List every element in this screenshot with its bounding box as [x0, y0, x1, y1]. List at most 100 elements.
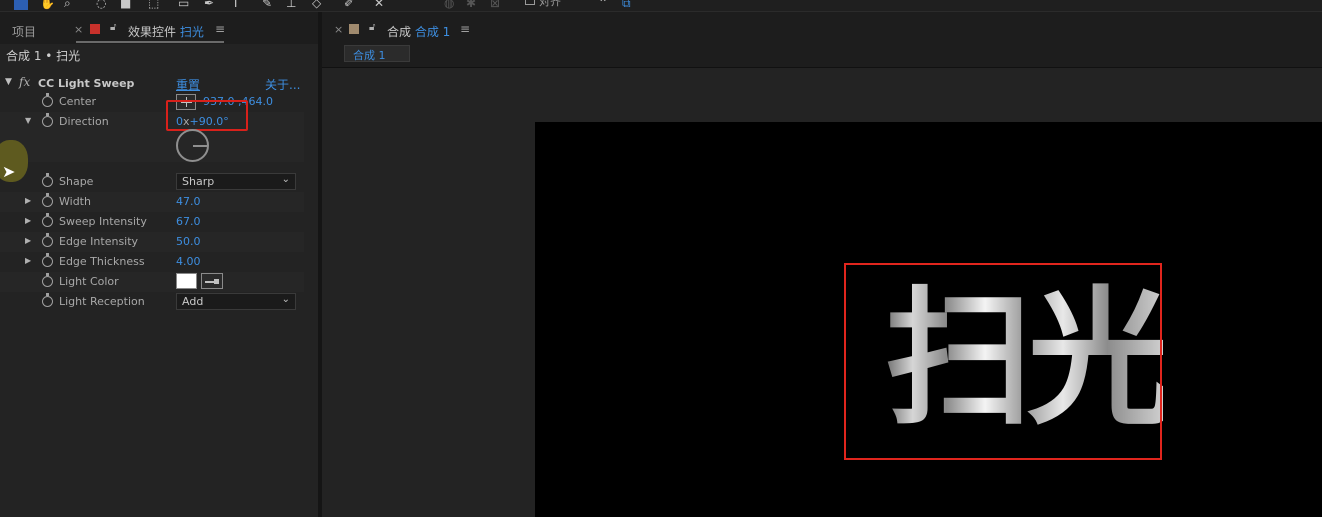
sweep-intensity-value[interactable]: 67.0 — [176, 215, 201, 228]
light-reception-dropdown-value: Add — [182, 295, 204, 308]
zoom-tool-icon[interactable]: ⌕ — [64, 0, 71, 10]
comp-subtab-label: 合成 1 — [353, 49, 386, 62]
stopwatch-icon[interactable] — [42, 253, 53, 267]
hand-tool-icon[interactable]: ✋ — [40, 0, 55, 10]
property-row-shape: Shape Sharp ⌄ — [0, 172, 304, 192]
twirl-right-icon[interactable]: ▶ — [25, 256, 31, 265]
selection-tool-icon[interactable] — [14, 0, 28, 10]
snap-label: 对齐 — [539, 0, 561, 8]
tab-project[interactable]: 项目 — [12, 23, 36, 40]
composition-viewer[interactable]: 扫光 — [322, 68, 1322, 517]
stopwatch-icon[interactable] — [42, 173, 53, 187]
property-name: Edge Thickness — [59, 255, 145, 268]
rotate-tool-icon[interactable]: ◌ — [96, 0, 106, 10]
shape-dropdown[interactable]: Sharp ⌄ — [176, 173, 296, 190]
fx-icon[interactable]: fx — [19, 75, 30, 89]
shape-dropdown-value: Sharp — [182, 175, 215, 188]
local-axis-icon[interactable]: ◍ — [444, 0, 454, 10]
tab-effect-controls-label: 效果控件 — [128, 25, 177, 39]
mouse-cursor-icon: ➤ — [2, 162, 16, 181]
edge-intensity-value[interactable]: 50.0 — [176, 235, 201, 248]
selection-highlight-box — [844, 263, 1162, 460]
property-name: Shape — [59, 175, 94, 188]
property-row-light-color: Light Color — [0, 272, 304, 292]
effect-header-cc-light-sweep[interactable]: ▼ fx CC Light Sweep 重置 关于... — [0, 74, 318, 92]
effect-controls-panel: 项目 × 🔓︎ 效果控件 扫光 ≡ 合成 1 • 扫光 ▼ fx CC Ligh… — [0, 12, 318, 517]
twirl-down-icon[interactable]: ▼ — [5, 77, 12, 87]
comp-color-swatch — [349, 24, 359, 34]
close-icon[interactable]: × — [334, 23, 343, 36]
top-toolbar: ✋ ⌕ ◌ ■ ⬚ ▭ ✒ T ✎ ⊥ ◇ ✐ ✕ ◍ ✱ ⊠ 对齐 ⌃ ⧉ — [0, 0, 1322, 12]
property-name: Center — [59, 95, 97, 108]
roto-brush-tool-icon[interactable]: ✐ — [344, 0, 354, 10]
twirl-down-icon[interactable]: ▼ — [25, 116, 31, 125]
composition-canvas[interactable]: 扫光 — [535, 122, 1322, 517]
chevron-down-icon: ⌄ — [281, 174, 290, 185]
composition-navigator-bar: 合成 1 — [322, 40, 1322, 68]
panel-menu-icon[interactable]: ≡ — [215, 22, 225, 36]
about-button[interactable]: 关于... — [265, 76, 300, 93]
property-name: Light Reception — [59, 295, 145, 308]
property-name: Direction — [59, 115, 109, 128]
stopwatch-icon[interactable] — [42, 213, 53, 227]
tab-effect-controls[interactable]: 效果控件 扫光 — [128, 23, 204, 40]
snap-options-icon[interactable]: ⌃ — [598, 0, 608, 10]
breadcrumb: 合成 1 • 扫光 — [6, 49, 81, 63]
camera-tool-icon[interactable]: ■ — [120, 0, 131, 10]
stopwatch-icon[interactable] — [42, 93, 53, 107]
property-name: Sweep Intensity — [59, 215, 147, 228]
direction-highlight-box — [166, 100, 248, 131]
property-row-direction: ▼ Direction 0x+90.0° — [0, 112, 304, 162]
type-tool-icon[interactable]: T — [232, 0, 239, 10]
tab-composition-label: 合成 — [387, 25, 412, 39]
comp-subtab[interactable]: 合成 1 — [344, 45, 410, 62]
snap-checkbox[interactable] — [525, 0, 535, 5]
pan-behind-tool-icon[interactable]: ⬚ — [148, 0, 159, 10]
puppet-tool-icon[interactable]: ✕ — [374, 0, 384, 10]
width-value[interactable]: 47.0 — [176, 195, 201, 208]
property-row-edge-intensity: ▶ Edge Intensity 50.0 — [0, 232, 304, 252]
stopwatch-icon[interactable] — [42, 273, 53, 287]
reset-button[interactable]: 重置 — [176, 76, 200, 93]
direction-angle-dial[interactable] — [176, 129, 209, 162]
property-row-center: Center 937.0 ,464.0 — [0, 92, 304, 112]
tab-effect-controls-layer: 扫光 — [179, 25, 204, 39]
edge-thickness-value[interactable]: 4.00 — [176, 255, 201, 268]
eraser-tool-icon[interactable]: ◇ — [312, 0, 321, 10]
panel-menu-icon[interactable]: ≡ — [460, 22, 470, 36]
property-row-edge-thickness: ▶ Edge Thickness 4.00 — [0, 252, 304, 272]
property-row-width: ▶ Width 47.0 — [0, 192, 304, 212]
rectangle-tool-icon[interactable]: ▭ — [178, 0, 189, 10]
chevron-down-icon: ⌄ — [281, 294, 290, 305]
eyedropper-icon[interactable] — [201, 273, 223, 289]
layer-color-swatch — [90, 24, 100, 34]
view-axis-icon[interactable]: ⊠ — [490, 0, 500, 10]
stopwatch-icon[interactable] — [42, 193, 53, 207]
stopwatch-icon[interactable] — [42, 113, 53, 127]
property-name: Light Color — [59, 275, 119, 288]
world-axis-icon[interactable]: ✱ — [466, 0, 476, 10]
twirl-right-icon[interactable]: ▶ — [25, 196, 31, 205]
active-tab-indicator — [76, 41, 224, 43]
effect-name: CC Light Sweep — [38, 77, 135, 90]
clone-stamp-tool-icon[interactable]: ⊥ — [286, 0, 296, 10]
twirl-right-icon[interactable]: ▶ — [25, 216, 31, 225]
pen-tool-icon[interactable]: ✒ — [204, 0, 214, 10]
light-reception-dropdown[interactable]: Add ⌄ — [176, 293, 296, 310]
left-panel-tabs: 项目 × 🔓︎ 效果控件 扫光 ≡ — [0, 12, 318, 44]
stopwatch-icon[interactable] — [42, 293, 53, 307]
lock-icon[interactable]: 🔓︎ — [369, 22, 375, 33]
lock-icon[interactable]: 🔓︎ — [110, 22, 116, 33]
tab-composition[interactable]: 合成 合成 1 — [387, 23, 450, 40]
light-color-swatch[interactable] — [176, 273, 197, 289]
property-row-light-reception: Light Reception Add ⌄ — [0, 292, 304, 312]
property-name: Edge Intensity — [59, 235, 139, 248]
brush-tool-icon[interactable]: ✎ — [262, 0, 272, 10]
snap-mode-icon[interactable]: ⧉ — [622, 0, 631, 10]
composition-panel: × 🔓︎ 合成 合成 1 ≡ 合成 1 扫光 — [322, 12, 1322, 517]
stopwatch-icon[interactable] — [42, 233, 53, 247]
close-icon[interactable]: × — [74, 23, 83, 36]
tab-composition-name: 合成 1 — [414, 25, 451, 39]
twirl-right-icon[interactable]: ▶ — [25, 236, 31, 245]
property-row-sweep-intensity: ▶ Sweep Intensity 67.0 — [0, 212, 304, 232]
